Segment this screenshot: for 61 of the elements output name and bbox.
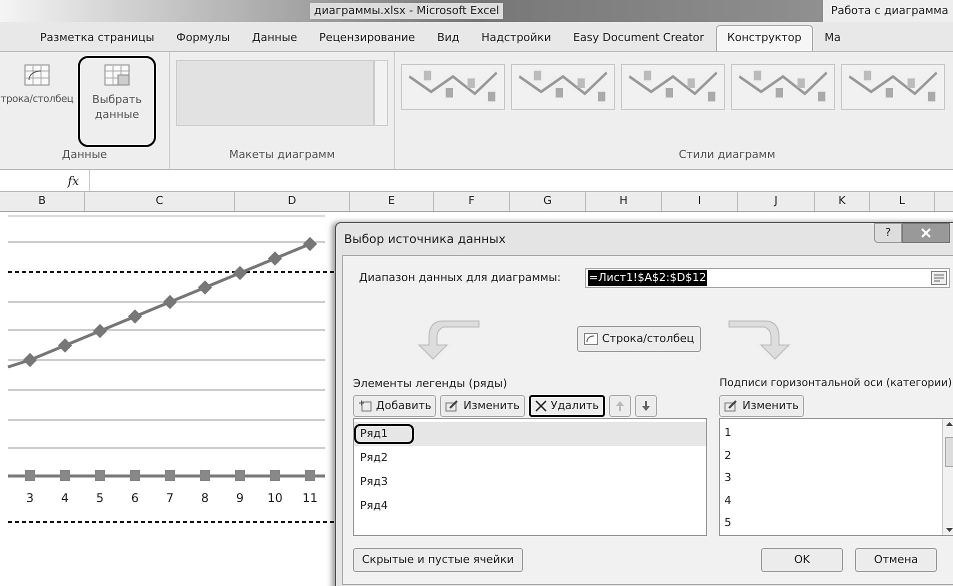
fx-label[interactable]: fx	[0, 170, 90, 191]
ribbon-tab[interactable]: Разметка страницы	[30, 25, 164, 51]
ribbon-tab[interactable]: Конструктор	[716, 25, 813, 51]
axis-label: 10	[267, 491, 283, 505]
column-header[interactable]: E	[350, 192, 434, 211]
ribbon-tab[interactable]: Формулы	[166, 25, 240, 51]
ribbon-tab[interactable]: Easy Document Creator	[563, 25, 714, 51]
ribbon-tab[interactable]: Вид	[427, 25, 470, 51]
dialog-title: Выбор источника данных	[344, 231, 506, 248]
axis-label: 9	[236, 491, 244, 505]
axis-label: 11	[302, 491, 318, 505]
column-header[interactable]: H	[586, 192, 662, 211]
group-label: Стили диаграмм	[678, 147, 776, 163]
axis-label: 8	[201, 491, 209, 505]
cancel-button[interactable]: Отмена	[855, 548, 937, 572]
ribbon-button[interactable]: Выбрать данные	[80, 58, 154, 145]
ribbon-tab[interactable]: Данные	[242, 25, 308, 51]
group-label: Макеты диаграмм	[228, 147, 336, 163]
section-title: Элементы легенды (ряды)	[353, 376, 508, 392]
column-header[interactable]: L	[870, 192, 935, 211]
series-item[interactable]: Ряд1	[354, 422, 706, 446]
category-item[interactable]: 5	[720, 512, 942, 535]
column-header[interactable]: G	[510, 192, 586, 211]
axis-label: 3	[26, 491, 34, 505]
ok-button[interactable]: OK	[761, 548, 843, 572]
axis-label: 4	[61, 491, 69, 505]
context-title: Работа с диаграмма	[823, 0, 953, 22]
toolbar-button[interactable]: Изменить	[440, 395, 525, 417]
category-item[interactable]: 3	[720, 467, 942, 490]
ribbon-tab[interactable]: Рецензирование	[309, 25, 426, 51]
axis-label: 7	[166, 491, 174, 505]
range-label: Диапазон данных для диаграммы:	[359, 270, 562, 286]
switch-row-column-button[interactable]: Строка/столбец	[577, 326, 702, 352]
category-item[interactable]: 4	[720, 490, 942, 512]
category-item[interactable]: 1	[720, 422, 942, 445]
hidden-cells-button[interactable]: Скрытые и пустые ячейки	[353, 548, 523, 572]
series-item[interactable]: Ряд2	[354, 446, 706, 470]
range-input[interactable]: =Лист1!$A$2:$D$12	[585, 268, 950, 288]
column-header[interactable]: J	[738, 192, 815, 211]
column-header[interactable]: D	[235, 192, 350, 211]
column-header[interactable]: F	[434, 192, 510, 211]
section-title: Подписи горизонтальной оси (категории)	[719, 376, 953, 391]
range-value: =Лист1!$A$2:$D$12	[588, 270, 708, 286]
column-header[interactable]: B	[0, 192, 85, 211]
ribbon-tab[interactable]: Ма	[814, 25, 851, 51]
toolbar-button[interactable]: Добавить	[353, 395, 436, 417]
ribbon-tab[interactable]: Надстройки	[471, 25, 562, 51]
axis-label: 6	[131, 491, 139, 505]
group-label: Данные	[60, 147, 108, 163]
category-item[interactable]: 2	[720, 444, 942, 468]
column-header[interactable]: K	[815, 192, 870, 211]
window-title: диаграммы.xlsx - Microsoft Excel	[310, 2, 504, 20]
series-item[interactable]: Ряд3	[354, 470, 706, 494]
help-button[interactable]: ?	[874, 223, 902, 243]
toolbar-button[interactable]: Удалить	[528, 395, 605, 417]
ribbon-button[interactable]: трока/столбец	[0, 58, 74, 145]
column-header[interactable]: C	[85, 192, 235, 211]
axis-label: 5	[96, 491, 104, 505]
toolbar-button[interactable]: Изменить	[719, 395, 804, 417]
series-item[interactable]: Ряд4	[354, 494, 706, 518]
column-header[interactable]: I	[662, 192, 738, 211]
